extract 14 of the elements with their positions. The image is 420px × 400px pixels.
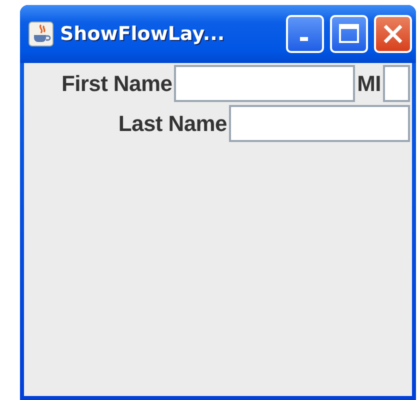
coffee-cup-icon (28, 21, 54, 47)
text-field[interactable] (229, 105, 410, 142)
maximize-button[interactable] (330, 15, 368, 53)
maximize-icon (338, 23, 360, 45)
window-title: ShowFlowLay... (60, 23, 226, 45)
field-label: Last Name (118, 110, 227, 136)
text-field[interactable] (383, 65, 410, 102)
field-label: MI (357, 70, 381, 96)
minimize-icon (300, 37, 308, 41)
field-label: First Name (61, 70, 172, 96)
text-field[interactable] (174, 65, 356, 102)
minimize-button[interactable] (286, 15, 324, 53)
close-icon (382, 23, 404, 45)
close-button[interactable] (374, 15, 412, 53)
